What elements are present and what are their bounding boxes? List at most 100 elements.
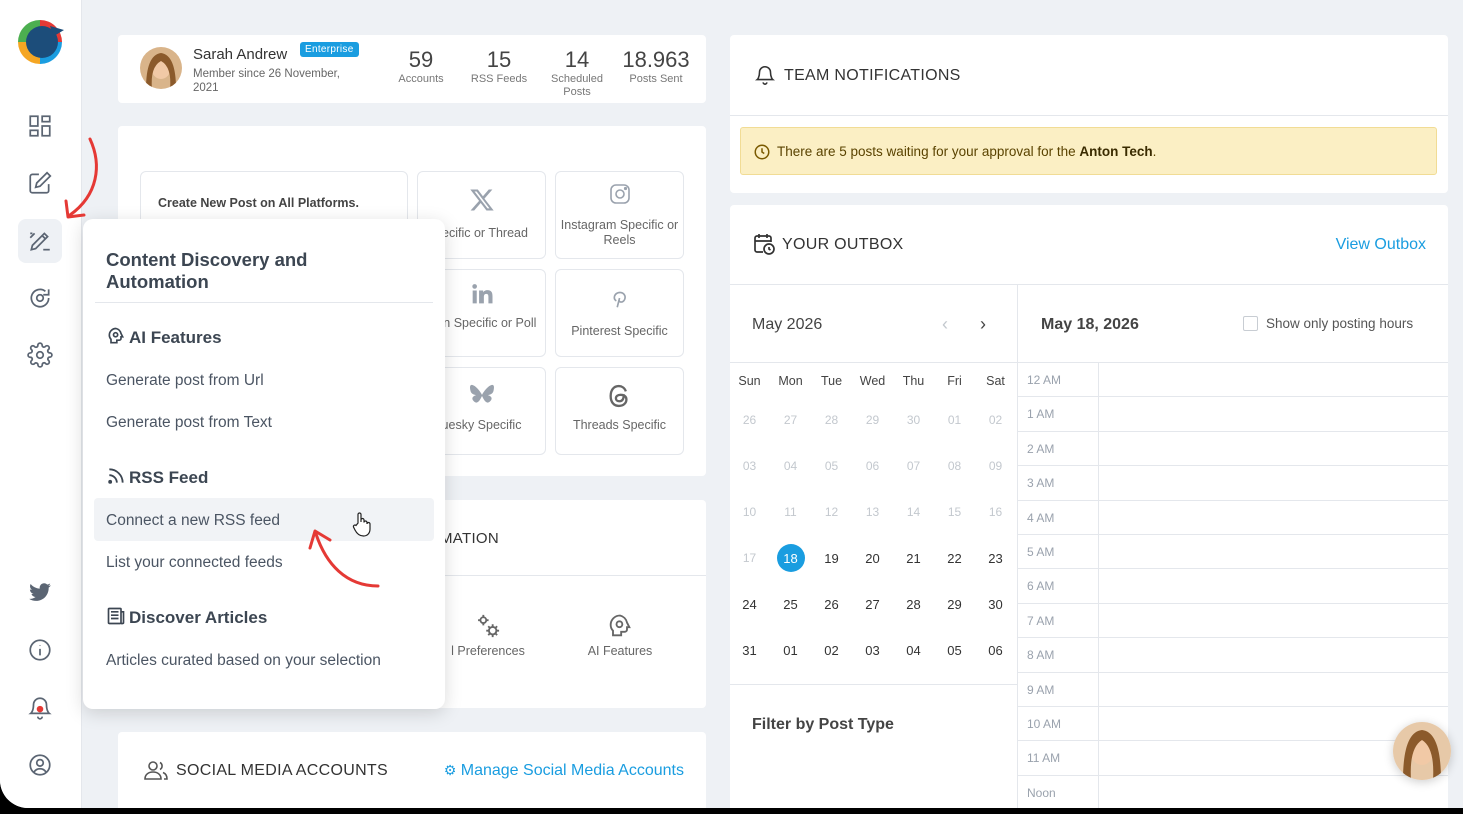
view-outbox-link[interactable]: View Outbox [1336,236,1426,254]
prev-month-button[interactable]: ‹ [942,314,948,335]
preferences-label: l Preferences [451,644,525,658]
calendar-day[interactable]: 20 [852,551,893,566]
hour-divider [1018,430,1448,432]
preferences-button[interactable]: l Preferences [438,612,538,658]
calendar-day[interactable]: 05 [934,643,975,658]
outbox-title: YOUR OUTBOX [782,236,904,253]
calendar-day[interactable]: 02 [975,413,1016,427]
threads-specific-tile[interactable]: Threads Specific [555,367,684,455]
calendar-day[interactable]: 06 [852,459,893,473]
curated-articles-item[interactable]: Articles curated based on your selection [106,652,381,670]
calendar-day[interactable]: 28 [893,597,934,612]
hour-label: Noon [1027,785,1056,800]
calendar-day[interactable]: 01 [934,413,975,427]
calendar-day[interactable]: 17 [729,551,770,565]
generate-from-url-item[interactable]: Generate post from Url [106,372,264,390]
posting-hours-label[interactable]: Show only posting hours [1266,316,1413,331]
stat-accounts[interactable]: 59 Accounts [388,47,454,86]
rss-feed-section: RSS Feed [106,466,208,488]
stat-number: 59 [408,47,434,72]
hand-cursor-icon [352,512,371,537]
linkedin-icon [471,284,492,304]
calendar-day[interactable]: 30 [975,597,1016,612]
instagram-specific-tile[interactable]: Instagram Specific or Reels [555,171,684,259]
ai-brain-icon [609,614,631,637]
calendar-day[interactable]: 22 [934,551,975,566]
info-icon[interactable] [18,628,62,672]
calendar-day[interactable]: 07 [893,459,934,473]
calendar-day[interactable]: 31 [729,643,770,658]
calendar-day[interactable]: 08 [934,459,975,473]
calendar-day[interactable]: 03 [729,459,770,473]
calendar-day[interactable]: 10 [729,505,770,519]
notification-bell-icon[interactable] [18,686,62,730]
stat-posts-sent[interactable]: 18.963 Posts Sent [618,47,694,86]
automation-title: MATION [440,530,500,547]
posting-hours-checkbox[interactable] [1243,316,1258,331]
divider [730,362,1017,363]
calendar-day[interactable]: 30 [893,413,934,427]
calendar-day[interactable]: 28 [811,413,852,427]
app-logo[interactable] [14,16,66,68]
calendar-day[interactable]: 15 [934,505,975,519]
compose-icon[interactable] [18,161,62,205]
stat-rss-feeds[interactable]: 15 RSS Feeds [466,47,532,86]
hour-label: 8 AM [1027,648,1055,663]
user-profile-icon[interactable] [18,743,62,787]
bluesky-icon [469,384,494,403]
manage-social-accounts-link[interactable]: ⚙ Manage Social Media Accounts [444,762,684,780]
content-automation-icon[interactable] [18,219,62,263]
calendar-day[interactable]: 19 [811,551,852,566]
calendar-day[interactable]: 16 [975,505,1016,519]
generate-from-text-item[interactable]: Generate post from Text [106,414,272,432]
calendar-day[interactable]: 05 [811,459,852,473]
ai-features-section: AI Features [106,326,222,348]
calendar-day[interactable]: 27 [852,597,893,612]
refresh-analytics-icon[interactable] [18,276,62,320]
alert-text: There are 5 posts waiting for your appro… [777,144,1156,159]
calendar-day[interactable]: 03 [852,643,893,658]
calendar-day[interactable]: 04 [893,643,934,658]
calendar-day[interactable]: 01 [770,643,811,658]
calendar-day[interactable]: 12 [811,505,852,519]
stat-number: 14 [564,47,590,72]
next-month-button[interactable]: › [980,314,986,335]
settings-gear-icon[interactable] [18,333,62,377]
stat-scheduled-posts[interactable]: 14 Scheduled Posts [544,47,610,99]
calendar-day[interactable]: 26 [811,597,852,612]
calendar-day[interactable]: 06 [975,643,1016,658]
support-chat-avatar[interactable] [1393,722,1451,780]
calendar-day[interactable]: 09 [975,459,1016,473]
tile-label: Instagram Specific or Reels [560,218,679,247]
calendar-day[interactable]: 23 [975,551,1016,566]
calendar-day[interactable]: 04 [770,459,811,473]
avatar[interactable] [140,47,182,89]
twitter-icon[interactable] [18,570,62,614]
calendar-day[interactable]: 26 [729,413,770,427]
app-window: Sarah Andrew Enterprise Member since 26 … [0,0,1463,808]
menu-title: Content Discovery and Automation [106,249,308,292]
calendar-day[interactable]: 02 [811,643,852,658]
hour-divider [1018,602,1448,604]
weekday-label: Sat [986,374,1005,388]
calendar-day[interactable]: 27 [770,413,811,427]
team-notifications-title: TEAM NOTIFICATIONS [784,67,961,84]
calendar-day[interactable]: 13 [852,505,893,519]
calendar-day[interactable]: 25 [770,597,811,612]
list-connected-feeds-item[interactable]: List your connected feeds [106,554,283,572]
ai-features-button[interactable]: AI Features [570,612,670,658]
calendar-day[interactable]: 21 [893,551,934,566]
approval-alert[interactable]: There are 5 posts waiting for your appro… [740,127,1437,175]
connect-rss-feed-item[interactable]: Connect a new RSS feed [106,512,280,530]
hour-label: 9 AM [1027,682,1055,697]
dashboard-icon[interactable] [18,104,62,148]
alert-prefix: There are 5 posts waiting for your appro… [777,144,1076,159]
calendar-day[interactable]: 11 [770,505,811,519]
hour-label: 3 AM [1027,476,1055,491]
calendar-day[interactable]: 24 [729,597,770,612]
calendar-day[interactable]: 29 [934,597,975,612]
pinterest-specific-tile[interactable]: Pinterest Specific [555,269,684,357]
calendar-day[interactable]: 29 [852,413,893,427]
calendar-day-today[interactable]: 18 [770,551,811,566]
calendar-day[interactable]: 14 [893,505,934,519]
